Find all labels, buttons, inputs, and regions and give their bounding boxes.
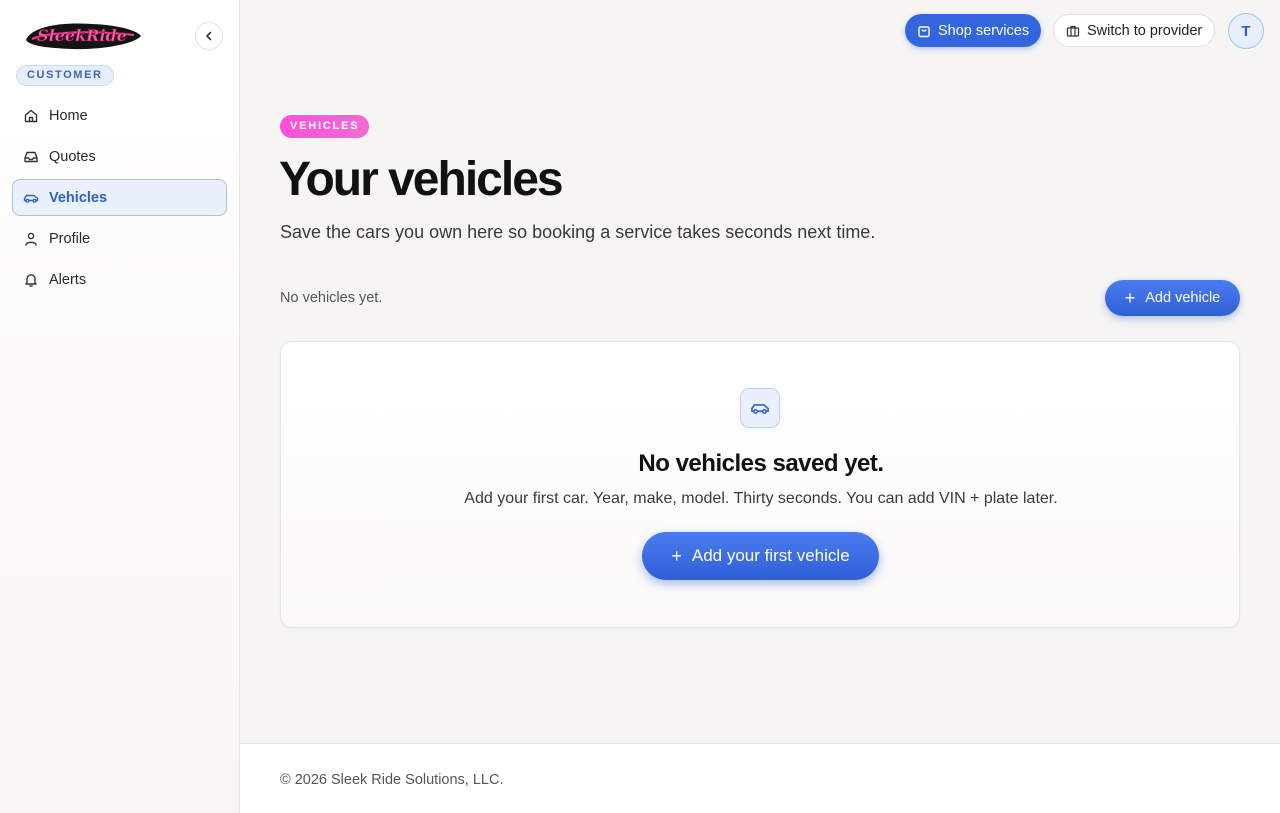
car-icon <box>740 388 780 428</box>
sidebar: SleekRide CUSTOMER Home Quotes Vehicles <box>0 0 240 813</box>
sidebar-item-quotes[interactable]: Quotes <box>12 138 227 175</box>
add-vehicle-label: Add vehicle <box>1145 290 1221 306</box>
inbox-icon <box>23 149 39 165</box>
sidebar-nav: Home Quotes Vehicles Profile Alerts <box>12 97 227 302</box>
collapse-sidebar-button[interactable] <box>195 22 223 50</box>
empty-state-card: No vehicles saved yet. Add your first ca… <box>280 341 1240 628</box>
shopping-bag-icon <box>917 24 931 38</box>
shop-services-label: Shop services <box>938 22 1030 39</box>
sidebar-item-label: Quotes <box>49 148 96 165</box>
copyright-text: © 2026 Sleek Ride Solutions, LLC. <box>280 772 504 788</box>
page-title: Your vehicles <box>279 153 564 206</box>
briefcase-icon <box>1066 24 1080 38</box>
sidebar-item-vehicles[interactable]: Vehicles <box>12 179 227 216</box>
sidebar-item-alerts[interactable]: Alerts <box>12 261 227 298</box>
section-eyebrow: VEHICLES <box>280 115 370 138</box>
sidebar-item-label: Home <box>49 107 88 124</box>
user-icon <box>23 231 39 247</box>
brand-logo[interactable]: SleekRide <box>22 18 144 54</box>
chevron-left-icon <box>206 31 212 41</box>
add-first-vehicle-button[interactable]: + Add your first vehicle <box>642 532 879 580</box>
plus-icon: + <box>1124 288 1136 308</box>
switch-to-provider-label: Switch to provider <box>1087 22 1203 39</box>
empty-state-description: Add your first car. Year, make, model. T… <box>464 490 1058 507</box>
sidebar-item-profile[interactable]: Profile <box>12 220 227 257</box>
footer: © 2026 Sleek Ride Solutions, LLC. <box>240 743 1280 813</box>
bell-icon <box>23 272 39 288</box>
add-vehicle-button[interactable]: + Add vehicle <box>1105 280 1240 316</box>
vehicle-count-text: No vehicles yet. <box>280 290 383 306</box>
add-first-vehicle-label: Add your first vehicle <box>691 546 850 565</box>
car-icon <box>23 190 39 206</box>
svg-text:SleekRide: SleekRide <box>37 26 127 45</box>
page-subtitle: Save the cars you own here so booking a … <box>280 222 876 242</box>
role-badge: CUSTOMER <box>16 65 114 86</box>
sidebar-item-home[interactable]: Home <box>12 97 227 134</box>
sidebar-item-label: Vehicles <box>49 189 108 206</box>
home-icon <box>23 108 39 124</box>
user-avatar[interactable]: T <box>1228 13 1264 49</box>
sidebar-item-label: Profile <box>49 230 91 247</box>
sidebar-item-label: Alerts <box>49 271 87 288</box>
plus-icon: + <box>671 546 682 566</box>
switch-to-provider-button[interactable]: Switch to provider <box>1053 14 1216 47</box>
empty-state-title: No vehicles saved yet. <box>638 450 884 477</box>
shop-services-button[interactable]: Shop services <box>905 14 1042 47</box>
